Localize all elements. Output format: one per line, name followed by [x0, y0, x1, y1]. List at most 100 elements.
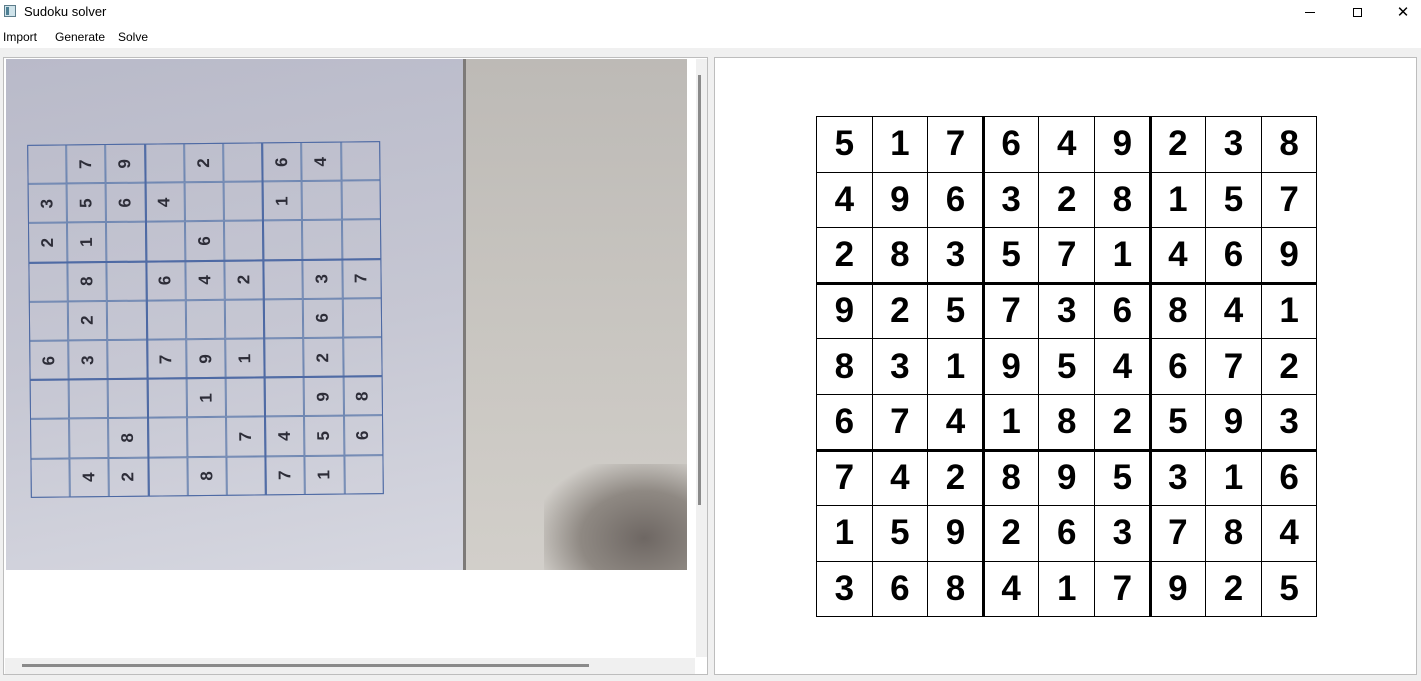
- solution-cell: 2: [927, 449, 984, 507]
- solution-cell: 8: [816, 338, 873, 395]
- box-divider-horizontal: [816, 281, 1316, 285]
- minimize-button[interactable]: [1287, 0, 1333, 24]
- solution-cell: 9: [982, 338, 1040, 395]
- solution-cell: 9: [1260, 227, 1318, 284]
- menu-solve[interactable]: Solve: [118, 30, 148, 44]
- solution-cell: 3: [1094, 505, 1151, 562]
- solution-cell: 4: [871, 449, 929, 507]
- box-divider-vertical: [1148, 116, 1152, 617]
- solution-cell: 2: [1260, 338, 1318, 395]
- solution-cell: 7: [871, 394, 929, 451]
- solution-cell: 5: [982, 227, 1040, 284]
- image-panel: 7926435641216864237266379121988745642871: [3, 57, 708, 675]
- photo-sudoku-grid: 7926435641216864237266379121988745642871: [27, 141, 384, 498]
- solution-cell: 1: [927, 338, 984, 395]
- solution-cell: 6: [816, 394, 873, 451]
- solution-cell: 6: [982, 116, 1040, 173]
- photo-box: [28, 261, 148, 381]
- solution-cell: 2: [871, 282, 929, 340]
- menu-bar: Import Generate Solve: [0, 24, 1421, 48]
- photo-box: [264, 376, 384, 496]
- box-divider-vertical: [981, 116, 985, 617]
- solution-cell: 5: [816, 116, 873, 173]
- solution-cell: 7: [816, 449, 873, 507]
- photo-shadow: [544, 464, 687, 570]
- solution-cell: 6: [927, 171, 984, 229]
- solution-cell: 1: [982, 394, 1040, 451]
- solution-cell: 8: [1094, 171, 1151, 229]
- window-title: Sudoku solver: [24, 4, 107, 19]
- solution-cell: 6: [871, 560, 929, 618]
- solution-cell: 7: [1038, 227, 1095, 284]
- sudoku-photo: 7926435641216864237266379121988745642871: [6, 59, 687, 570]
- solution-cell: 4: [816, 171, 873, 229]
- solution-cell: 1: [1205, 449, 1262, 507]
- solution-cell: 1: [1094, 227, 1151, 284]
- solution-cell: 6: [1038, 505, 1095, 562]
- solution-cell: 6: [1094, 282, 1151, 340]
- title-bar: Sudoku solver ✕: [0, 0, 1421, 24]
- solution-cell: 2: [1205, 560, 1262, 618]
- maximize-icon: [1352, 7, 1362, 17]
- solution-cell: 4: [1260, 505, 1318, 562]
- solution-cell: 1: [1149, 171, 1207, 229]
- solution-cell: 3: [816, 560, 873, 618]
- app-window-icon: [4, 5, 16, 17]
- solution-cell: 2: [816, 227, 873, 284]
- solution-cell: 7: [1260, 171, 1318, 229]
- solution-cell: 5: [1205, 171, 1262, 229]
- solution-cell: 3: [1260, 394, 1318, 451]
- solution-cell: 7: [982, 282, 1040, 340]
- horizontal-scrollbar-thumb[interactable]: [22, 664, 589, 667]
- solution-cell: 4: [1149, 227, 1207, 284]
- solution-cell: 1: [816, 505, 873, 562]
- close-icon: ✕: [1396, 4, 1410, 21]
- solution-cell: 3: [1038, 282, 1095, 340]
- solution-cell: 1: [1260, 282, 1318, 340]
- solution-cell: 7: [1094, 560, 1151, 618]
- solution-cell: 6: [1205, 227, 1262, 284]
- solution-cell: 2: [1149, 116, 1207, 173]
- solution-cell: 8: [1149, 282, 1207, 340]
- maximize-button[interactable]: [1334, 0, 1380, 24]
- photo-box: [263, 258, 383, 378]
- solution-cell: 2: [982, 505, 1040, 562]
- menu-generate[interactable]: Generate: [55, 30, 105, 44]
- solution-cell: 7: [1205, 338, 1262, 395]
- solution-cell: 3: [927, 227, 984, 284]
- solution-cell: 3: [982, 171, 1040, 229]
- menu-import[interactable]: Import: [3, 30, 37, 44]
- solution-cell: 3: [871, 338, 929, 395]
- solution-cell: 9: [1094, 116, 1151, 173]
- close-button[interactable]: ✕: [1380, 0, 1421, 24]
- solution-cell: 1: [871, 116, 929, 173]
- photo-box: [144, 142, 264, 262]
- solution-cell: 7: [1149, 505, 1207, 562]
- solution-cell: 4: [927, 394, 984, 451]
- solution-cell: 2: [1038, 171, 1095, 229]
- solution-cell: 9: [1038, 449, 1095, 507]
- solution-cell: 7: [927, 116, 984, 173]
- solution-cell: 8: [982, 449, 1040, 507]
- solution-cell: 9: [1205, 394, 1262, 451]
- solution-cell: 6: [1260, 449, 1318, 507]
- solution-cell: 9: [871, 171, 929, 229]
- solution-cell: 8: [1205, 505, 1262, 562]
- solution-cell: 5: [1094, 449, 1151, 507]
- solution-cell: 5: [927, 282, 984, 340]
- vertical-scrollbar-thumb[interactable]: [698, 75, 701, 505]
- solution-cell: 9: [927, 505, 984, 562]
- solution-cell: 4: [1038, 116, 1095, 173]
- photo-box: [27, 143, 146, 263]
- solution-cell: 5: [1038, 338, 1095, 395]
- minimize-icon: [1305, 11, 1315, 13]
- solution-cell: 3: [1149, 449, 1207, 507]
- solved-sudoku-grid: 5176492384963281572835714699257368418319…: [816, 116, 1318, 618]
- solution-cell: 8: [871, 227, 929, 284]
- solution-cell: 1: [1038, 560, 1095, 618]
- photo-box: [29, 378, 149, 498]
- photo-box: [145, 259, 265, 379]
- photo-box: [262, 141, 382, 260]
- solution-cell: 4: [1205, 282, 1262, 340]
- solution-cell: 4: [1094, 338, 1151, 395]
